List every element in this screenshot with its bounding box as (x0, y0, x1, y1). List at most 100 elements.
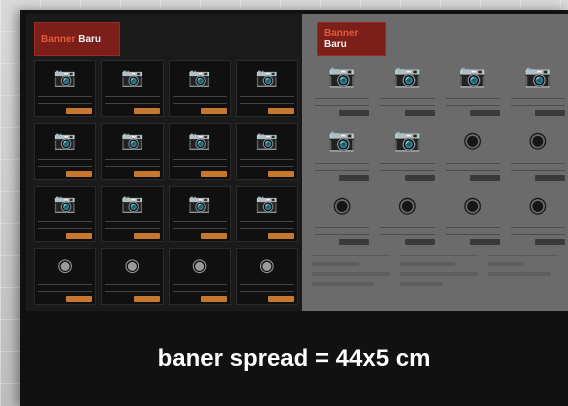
lens-icon: ◉ (463, 192, 483, 218)
lens-icon: ◉ (124, 255, 141, 277)
price-tag (469, 174, 500, 181)
product-tile: ◉ (443, 124, 503, 182)
lens-icon: ◉ (259, 255, 275, 277)
price-tag (404, 110, 435, 117)
price-tag (268, 296, 294, 302)
product-tile: 📷 (168, 60, 231, 117)
right-banner-badge: Banner Baru (317, 22, 386, 56)
product-tile: 📷 (34, 122, 97, 180)
lens-icon: ◉ (332, 192, 352, 218)
product-description-lines (172, 221, 227, 230)
right-badge-title-strong: Baru (324, 39, 347, 50)
lens-icon: ◉ (528, 128, 548, 154)
product-description-lines (445, 98, 500, 107)
camera-icon: 📷 (53, 192, 77, 214)
price-tag (133, 170, 160, 177)
camera-icon: 📷 (458, 64, 487, 89)
camera-icon: 📷 (121, 192, 144, 214)
product-tile: 📷 (235, 60, 298, 117)
product-description-lines (380, 162, 435, 171)
product-tile: 📷 (312, 60, 372, 118)
price-tag (66, 107, 93, 114)
camera-icon: 📷 (393, 64, 422, 89)
right-info-footer (312, 253, 558, 303)
product-description-lines (510, 162, 565, 171)
right-product-grid: 📷 📷 📷 📷 📷 📷 ◉ ◉ ◉ ◉ ◉ ◉ (312, 60, 568, 247)
right-banner-panel: Banner Baru 📷 📷 📷 📷 📷 📷 ◉ ◉ ◉ ◉ ◉ ◉ (302, 14, 568, 311)
product-description-lines (105, 158, 160, 167)
product-tile: 📷 (34, 185, 97, 243)
price-tag (66, 296, 93, 302)
product-description-lines (172, 158, 227, 167)
footer-text-block (488, 255, 558, 300)
lens-icon: ◉ (191, 255, 208, 277)
product-tile: ◉ (377, 189, 437, 247)
price-tag (339, 238, 370, 245)
camera-icon: 📷 (188, 129, 211, 151)
product-tile: ◉ (34, 248, 97, 305)
banner-board: Banner Baru 📷 📷 📷 📷 📷 📷 📷 📷 📷 📷 📷 📷 ◉ ◉ ◉ ◉ Banner Baru… (20, 10, 568, 406)
product-description-lines (105, 284, 160, 292)
lens-icon: ◉ (397, 192, 417, 218)
product-description-lines (38, 95, 93, 104)
footer-text-block (312, 255, 390, 300)
product-tile: ◉ (168, 248, 231, 305)
price-tag (66, 233, 93, 240)
price-tag (133, 233, 160, 240)
product-description-lines (445, 162, 500, 171)
lens-icon: ◉ (528, 192, 548, 218)
price-tag (535, 174, 565, 181)
product-description-lines (239, 95, 294, 104)
product-description-lines (239, 221, 294, 230)
product-tile: 📷 (34, 60, 97, 117)
price-tag (535, 238, 565, 245)
price-tag (469, 238, 500, 245)
product-tile: 📷 (312, 124, 372, 182)
product-description-lines (510, 98, 565, 107)
price-tag (268, 233, 294, 240)
product-description-lines (315, 162, 370, 171)
product-description-lines (315, 98, 370, 107)
product-description-lines (105, 95, 160, 104)
product-tile: ◉ (508, 189, 568, 247)
lens-icon: ◉ (463, 128, 483, 154)
camera-icon: 📷 (121, 129, 144, 151)
camera-icon: 📷 (328, 128, 356, 154)
left-product-grid: 📷 📷 📷 📷 📷 📷 📷 📷 📷 📷 📷 📷 ◉ ◉ ◉ ◉ (34, 60, 298, 305)
product-description-lines (239, 158, 294, 167)
product-description-lines (172, 284, 227, 292)
product-tile: 📷 (235, 185, 298, 243)
price-tag (339, 174, 370, 181)
camera-icon: 📷 (328, 64, 356, 89)
price-tag (404, 174, 435, 181)
price-tag (200, 170, 227, 177)
product-tile: 📷 (101, 185, 164, 243)
product-description-lines (445, 226, 500, 235)
camera-icon: 📷 (255, 129, 279, 151)
product-description-lines (380, 226, 435, 235)
product-tile: 📷 (443, 60, 503, 118)
product-description-lines (380, 98, 435, 107)
product-tile: 📷 (377, 124, 437, 182)
footer-text-block (400, 255, 478, 300)
price-tag (268, 107, 294, 114)
price-tag (268, 170, 294, 177)
camera-icon: 📷 (524, 64, 552, 89)
product-tile: 📷 (168, 122, 231, 180)
price-tag (66, 170, 93, 177)
product-tile: ◉ (312, 189, 372, 247)
camera-icon: 📷 (393, 128, 422, 154)
price-tag (469, 110, 500, 117)
price-tag (339, 110, 370, 117)
price-tag (133, 107, 160, 114)
product-tile: 📷 (377, 60, 437, 118)
product-tile: ◉ (101, 248, 164, 305)
price-tag (535, 110, 565, 117)
product-tile: 📷 (235, 122, 298, 180)
camera-icon: 📷 (121, 67, 144, 88)
product-description-lines (510, 226, 565, 235)
camera-icon: 📷 (53, 129, 77, 151)
price-tag (200, 233, 227, 240)
product-description-lines (172, 95, 227, 104)
left-badge-title-strong: Baru (78, 33, 102, 45)
